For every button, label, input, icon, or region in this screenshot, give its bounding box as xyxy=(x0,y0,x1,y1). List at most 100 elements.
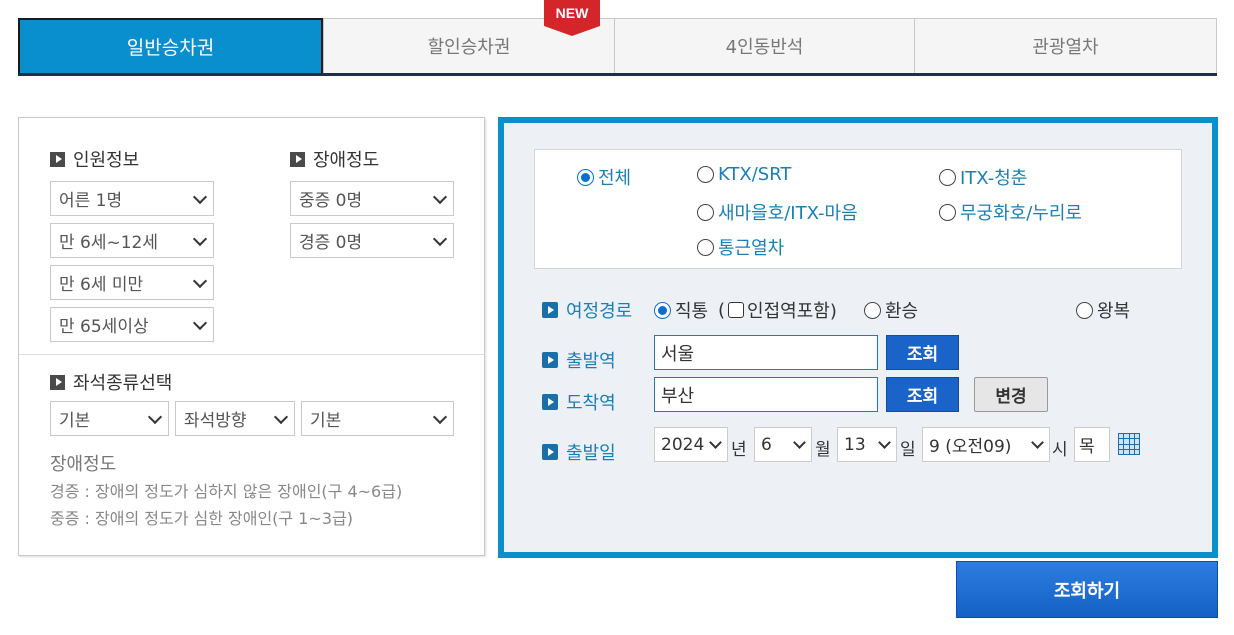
paren-open: ( xyxy=(718,299,726,321)
ticket-type-tabs: 일반승차권 할인승차권 4인동반석 관광열차 xyxy=(18,18,1217,76)
journey-panel: 전체 KTX/SRT ITX-청춘 새마을호/ITX-마음 무궁화호/누리로 통… xyxy=(498,117,1218,558)
seat-type-label: 좌석종류선택 xyxy=(73,373,173,394)
radio-unchecked-icon xyxy=(697,203,714,221)
day-select[interactable]: 13 xyxy=(837,427,897,462)
radio-unchecked-icon xyxy=(1076,301,1093,319)
train-type-box: 전체 KTX/SRT ITX-청춘 새마을호/ITX-마음 무궁화호/누리로 통… xyxy=(534,149,1182,269)
radio-label: 환승 xyxy=(885,301,919,322)
disability-note-mild: 경증 : 장애의 정도가 심하지 않은 장애인(구 4~6급) xyxy=(50,482,403,501)
departure-label: 출발역 xyxy=(542,347,616,373)
arrow-right-icon xyxy=(542,352,558,368)
departure-search-button[interactable]: 조회 xyxy=(886,335,959,370)
train-type-mugunghwa-radio[interactable]: 무궁화호/누리로 xyxy=(939,199,1082,225)
radio-label: 직통 xyxy=(675,301,709,322)
train-type-saemaeul-radio[interactable]: 새마을호/ITX-마음 xyxy=(697,199,858,225)
hour-unit: 시 xyxy=(1052,440,1068,460)
select-value: 13 xyxy=(844,434,866,455)
seat-type-heading: 좌석종류선택 xyxy=(50,369,172,395)
child-count-select[interactable]: 만 6세~12세 xyxy=(50,223,214,258)
day-unit: 일 xyxy=(900,440,916,460)
select-value: 만 65세이상 xyxy=(59,317,149,337)
select-value: 경증 0명 xyxy=(299,233,363,253)
radio-unchecked-icon xyxy=(939,203,956,221)
chevron-down-icon xyxy=(273,409,289,425)
chevron-down-icon xyxy=(878,436,891,449)
chevron-down-icon xyxy=(709,436,722,449)
train-type-ktx-radio[interactable]: KTX/SRT xyxy=(697,164,791,185)
arrival-station-input[interactable]: 부산 xyxy=(654,377,878,412)
arrival-search-button[interactable]: 조회 xyxy=(886,377,959,412)
train-type-itx-radio[interactable]: ITX-청춘 xyxy=(939,164,1027,190)
month-select[interactable]: 6 xyxy=(754,427,812,462)
route-label-text: 여정경로 xyxy=(566,301,633,322)
adult-count-select[interactable]: 어른 1명 xyxy=(50,181,214,216)
date-label: 출발일 xyxy=(542,439,616,465)
train-type-all-radio[interactable]: 전체 xyxy=(577,164,631,190)
train-type-commuter-radio[interactable]: 통근열차 xyxy=(697,234,784,260)
tab-label: 관광열차 xyxy=(1032,37,1099,58)
checkbox-label: 인접역포함) xyxy=(747,301,837,322)
tab-label: 할인승차권 xyxy=(427,37,511,58)
chevron-down-icon xyxy=(192,189,208,205)
departure-label-text: 출발역 xyxy=(566,351,616,372)
divider xyxy=(19,354,484,355)
weekday-display: 목 xyxy=(1074,427,1110,462)
tab-label: 일반승차권 xyxy=(126,37,215,59)
new-badge: NEW xyxy=(544,0,600,36)
select-value: 6 xyxy=(761,434,772,455)
route-roundtrip-radio[interactable]: 왕복 xyxy=(1076,297,1130,323)
arrow-right-icon xyxy=(50,151,65,167)
chevron-down-icon xyxy=(192,273,208,289)
tab-tour-train[interactable]: 관광열차 xyxy=(915,18,1217,73)
chevron-down-icon xyxy=(147,409,163,425)
hour-select[interactable]: 9 (오전09) xyxy=(922,427,1050,462)
select-value: 기본 xyxy=(59,411,91,431)
radio-unchecked-icon xyxy=(697,166,714,183)
calendar-icon[interactable] xyxy=(1118,433,1140,455)
disability-heading: 장애정도 xyxy=(290,146,379,172)
tab-regular-ticket[interactable]: 일반승차권 xyxy=(18,18,323,73)
route-direct-radio[interactable]: 직통 xyxy=(654,297,708,323)
select-value: 중증 0명 xyxy=(299,191,363,211)
disability-note-title: 장애정도 xyxy=(50,454,117,475)
arrow-right-icon xyxy=(542,394,558,410)
tab-group-seat[interactable]: 4인동반석 xyxy=(615,18,915,73)
year-select[interactable]: 2024 xyxy=(654,427,728,462)
arrival-label: 도착역 xyxy=(542,389,616,415)
route-adjacent-checkbox[interactable]: ( 인접역포함) xyxy=(718,297,837,323)
passenger-panel: 인원정보 장애정도 어른 1명 만 6세~12세 만 6세 미만 만 65세이상… xyxy=(18,117,485,556)
select-value: 좌석방향 xyxy=(184,411,247,431)
severe-disability-select[interactable]: 중증 0명 xyxy=(290,181,454,216)
radio-label: 새마을호/ITX-마음 xyxy=(718,203,858,224)
chevron-down-icon xyxy=(432,189,448,205)
arrival-label-text: 도착역 xyxy=(566,393,616,414)
route-transfer-radio[interactable]: 환승 xyxy=(864,297,918,323)
passenger-info-label: 인원정보 xyxy=(73,150,140,171)
search-trains-button[interactable]: 조회하기 xyxy=(956,561,1218,618)
chevron-down-icon xyxy=(1031,436,1044,449)
year-unit: 년 xyxy=(731,440,747,460)
senior-count-select[interactable]: 만 65세이상 xyxy=(50,307,214,342)
select-value: 만 6세 미만 xyxy=(59,275,144,295)
select-value: 어른 1명 xyxy=(59,191,123,211)
seat-class-select[interactable]: 기본 xyxy=(50,401,169,436)
infant-count-select[interactable]: 만 6세 미만 xyxy=(50,265,214,300)
route-label: 여정경로 xyxy=(542,297,632,323)
checkbox-icon xyxy=(728,302,745,318)
mild-disability-select[interactable]: 경증 0명 xyxy=(290,223,454,258)
radio-checked-icon xyxy=(654,301,671,319)
passenger-info-heading: 인원정보 xyxy=(50,146,139,172)
chevron-down-icon xyxy=(432,409,448,425)
select-value: 기본 xyxy=(310,411,342,431)
arrow-right-icon xyxy=(290,151,305,167)
chevron-down-icon xyxy=(793,436,806,449)
seat-position-select[interactable]: 기본 xyxy=(301,401,454,436)
seat-direction-select[interactable]: 좌석방향 xyxy=(175,401,295,436)
radio-label: 왕복 xyxy=(1097,301,1131,322)
swap-stations-button[interactable]: 변경 xyxy=(974,377,1048,412)
radio-checked-icon xyxy=(577,168,594,186)
radio-unchecked-icon xyxy=(697,238,714,256)
select-value: 9 (오전09) xyxy=(929,437,1012,457)
departure-station-input[interactable]: 서울 xyxy=(654,335,878,370)
arrow-right-icon xyxy=(542,444,558,460)
